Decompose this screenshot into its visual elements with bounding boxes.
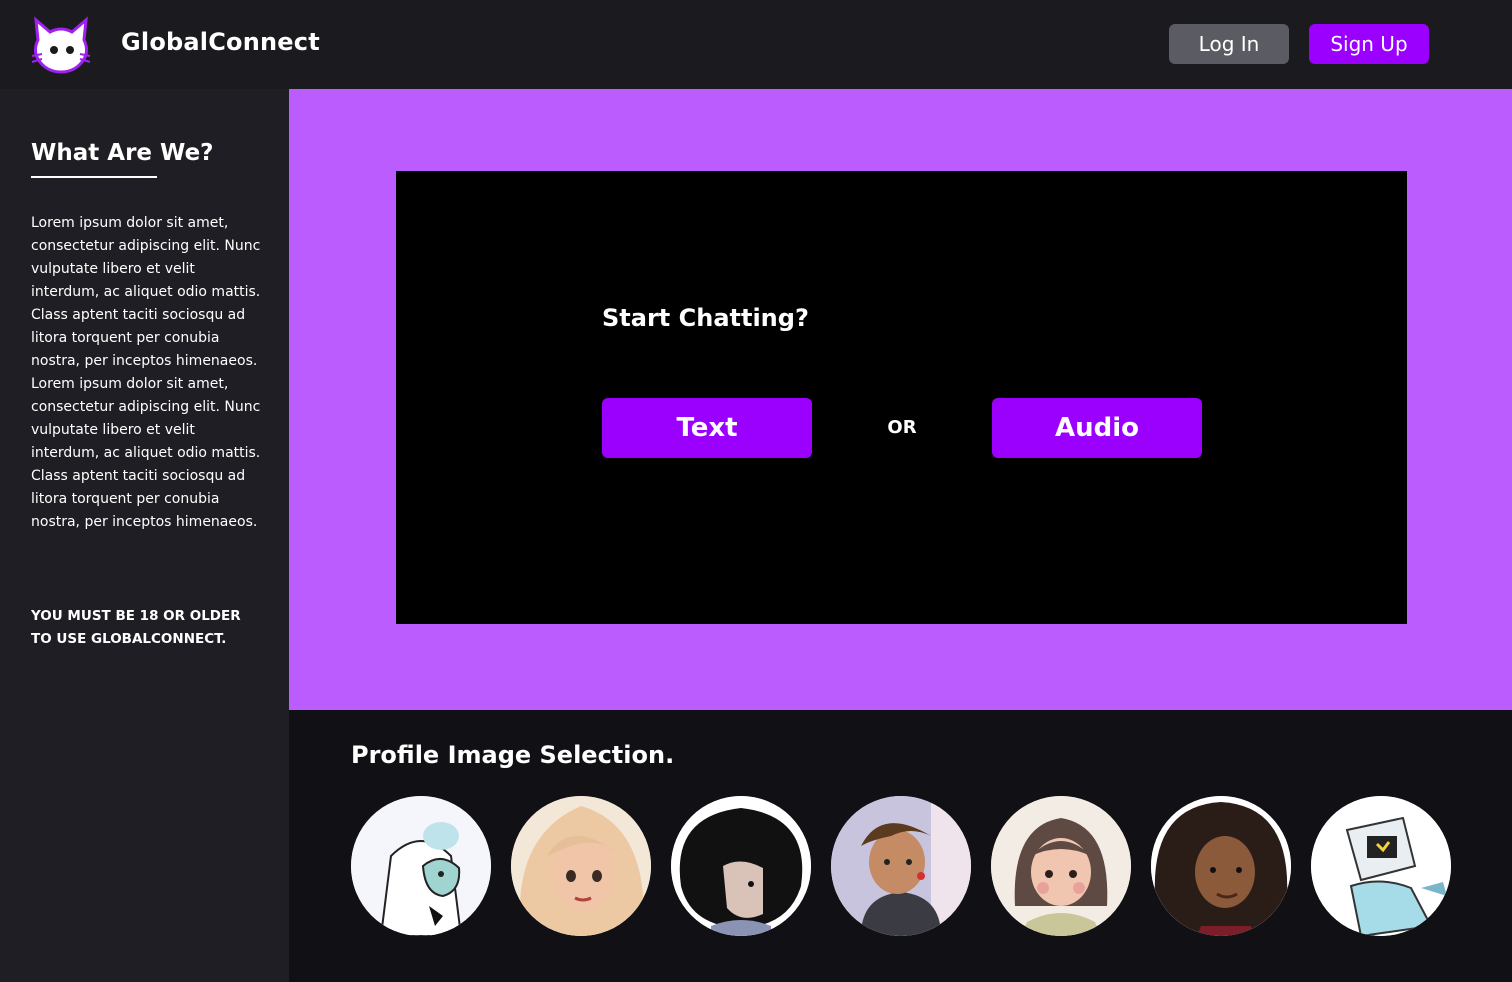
text-chat-button[interactable]: Text <box>602 398 812 458</box>
chat-panel: Start Chatting? Text OR Audio <box>396 171 1407 624</box>
sidebar-description: Lorem ipsum dolor sit amet, consectetur … <box>31 215 261 530</box>
avatar-curly-hair-girl[interactable] <box>1151 796 1291 936</box>
sidebar: What Are We? Lorem ipsum dolor sit amet,… <box>0 89 289 982</box>
brand-name[interactable]: GlobalConnect <box>121 28 320 56</box>
cat-logo-icon[interactable] <box>30 16 92 74</box>
profile-selection-section: Profile Image Selection. <box>289 710 1512 982</box>
header: GlobalConnect Log In Sign Up <box>0 0 1512 89</box>
avatar-bob-hair-girl[interactable] <box>991 796 1131 936</box>
or-label: OR <box>887 417 917 438</box>
avatar-dark-hair[interactable] <box>671 796 811 936</box>
avatar-robot[interactable] <box>1311 796 1451 936</box>
signup-button[interactable]: Sign Up <box>1309 24 1429 64</box>
profile-selection-title: Profile Image Selection. <box>351 741 675 769</box>
audio-chat-button[interactable]: Audio <box>992 398 1202 458</box>
login-button[interactable]: Log In <box>1169 24 1289 64</box>
hero-section: Start Chatting? Text OR Audio <box>289 89 1512 710</box>
avatar-ghost-cat[interactable] <box>351 796 491 936</box>
sidebar-title-underline <box>31 176 157 178</box>
chat-title: Start Chatting? <box>602 304 809 332</box>
sidebar-title: What Are We? <box>31 140 214 166</box>
age-warning: YOU MUST BE 18 OR OLDER TO USE GLOBALCON… <box>31 608 241 647</box>
avatar-brown-hair-boy[interactable] <box>831 796 971 936</box>
avatar-blonde-girl[interactable] <box>511 796 651 936</box>
